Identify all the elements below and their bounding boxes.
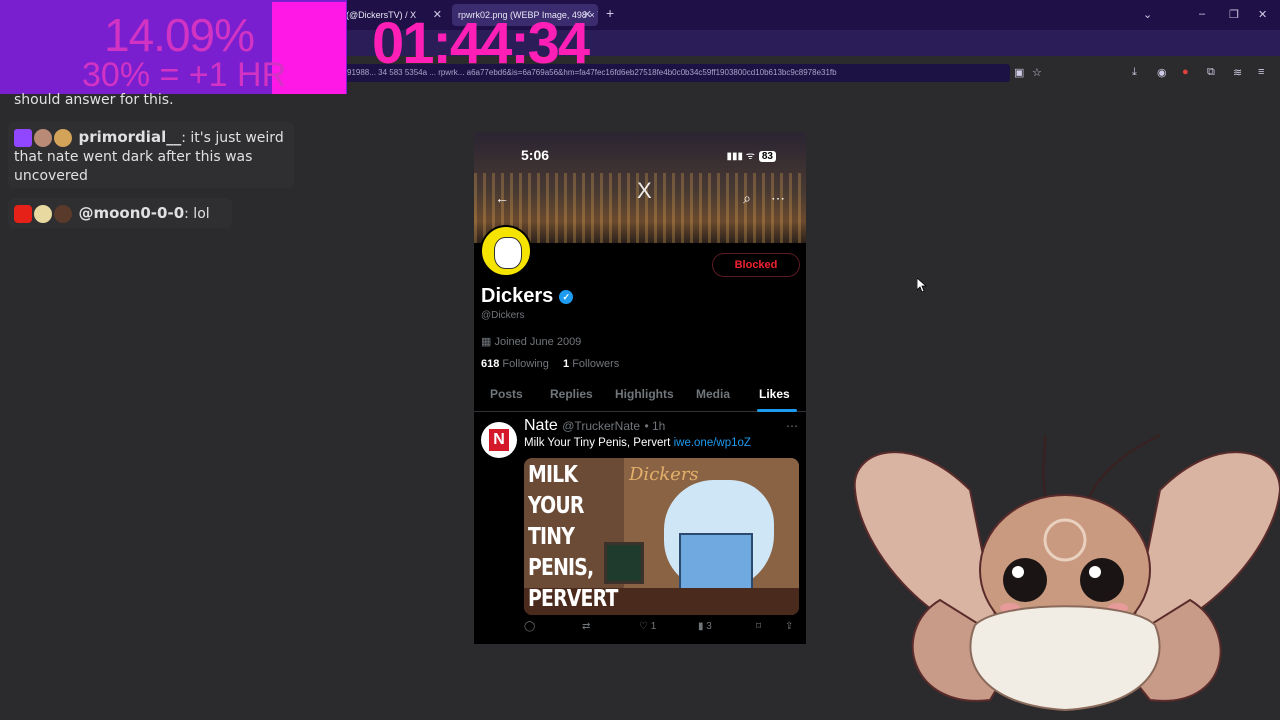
- phone-screenshot: X 5:06 ▮▮▮ ᯤ 83 ← ⌕ ⋯ Blocked Dickers ✓ @D…: [474, 133, 806, 644]
- vtuber-moth-avatar: [853, 434, 1280, 712]
- chat-message: primordial__: it's just weird that nate …: [14, 128, 289, 186]
- tab-highlights[interactable]: Highlights: [615, 387, 674, 401]
- followers-count: 1: [563, 358, 570, 370]
- view-count: 3: [706, 621, 712, 632]
- profile-handle: @Dickers: [481, 310, 525, 321]
- menu-icon[interactable]: ≡: [1258, 66, 1264, 78]
- heart-icon: ♡: [639, 621, 648, 632]
- media-line: PERVERT: [528, 586, 618, 612]
- avatar-badge-icon: [34, 129, 52, 147]
- active-tab-indicator: [757, 409, 797, 412]
- chat-username: primordial__: [78, 128, 182, 146]
- chat-message: @moon0-0-0: lol: [14, 204, 210, 223]
- chat-username: @moon0-0-0: [78, 204, 185, 222]
- moth-badge-icon: [54, 129, 72, 147]
- tweet-time: • 1h: [644, 419, 666, 433]
- tab-list-icon[interactable]: ⌄: [1143, 8, 1152, 21]
- following-label: Following: [502, 358, 549, 370]
- chat-text: : lol: [184, 206, 210, 222]
- like-button[interactable]: ♡ 1: [639, 621, 656, 632]
- sidebar-icon[interactable]: ≋: [1233, 66, 1242, 79]
- tweet-avatar-letter: N: [489, 429, 509, 451]
- views-button[interactable]: ▮ 3: [698, 621, 712, 632]
- followers-link[interactable]: 1 Followers: [563, 358, 619, 370]
- profile-avatar[interactable]: [480, 225, 532, 277]
- bookmark-star-icon[interactable]: ☆: [1032, 66, 1042, 79]
- profile-name: Dickers ✓: [481, 285, 574, 308]
- tweet-more-icon[interactable]: ⋯: [786, 419, 798, 433]
- tab-media[interactable]: Media: [696, 387, 730, 401]
- following-count: 618: [481, 358, 500, 370]
- reader-view-icon[interactable]: ▣: [1014, 66, 1024, 79]
- media-line: TINY: [528, 524, 575, 550]
- share-icon[interactable]: ⇪: [785, 621, 793, 632]
- more-icon[interactable]: ⋯: [768, 188, 788, 208]
- joined-date: ▦ Joined June 2009: [481, 335, 581, 348]
- battery-level: 83: [758, 151, 776, 162]
- avatar-face: [494, 237, 522, 269]
- tweet-link[interactable]: iwe.one/wp1oZ: [674, 437, 751, 449]
- stream-timer: 01:44:34: [372, 11, 590, 76]
- tweet-avatar[interactable]: N: [481, 422, 517, 458]
- joined-text: Joined June 2009: [494, 336, 582, 348]
- chat-text: should answer for this.: [14, 92, 174, 108]
- account-icon[interactable]: ◉: [1157, 66, 1167, 79]
- x-logo: X: [637, 178, 652, 203]
- mouse-cursor-icon: [917, 278, 927, 292]
- media-sign: Dickers: [629, 464, 699, 485]
- media-line: MILK: [528, 462, 578, 488]
- following-link[interactable]: 618 Following: [481, 358, 549, 370]
- tab-replies[interactable]: Replies: [550, 387, 593, 401]
- tweet-header: Nate @TruckerNate • 1h: [524, 417, 665, 435]
- verified-badge-icon: ✓: [559, 289, 574, 304]
- tweet-body: Milk Your Tiny Penis, Pervert: [524, 437, 671, 449]
- media-line: YOUR: [528, 493, 584, 519]
- reply-icon[interactable]: ◯: [524, 621, 535, 632]
- tweet-media[interactable]: Dickers MILK YOUR TINY PENIS, PERVERT: [524, 458, 799, 615]
- calendar-icon: ▦: [481, 336, 495, 348]
- like-count: 1: [650, 621, 657, 632]
- media-truck: [679, 533, 753, 592]
- retweet-icon[interactable]: ⇄: [582, 621, 590, 632]
- followers-label: Followers: [572, 358, 620, 370]
- status-icons: ▮▮▮ ᯤ 83: [726, 148, 776, 162]
- back-arrow-icon[interactable]: ←: [492, 188, 512, 208]
- goal-rule: 30% = +1 HR: [82, 56, 287, 94]
- tweet-text: Milk Your Tiny Penis, Pervert iwe.one/wp…: [524, 437, 751, 449]
- blocked-button[interactable]: Blocked: [712, 253, 800, 277]
- tab-likes[interactable]: Likes: [759, 387, 790, 401]
- goal-percent: 14.09%: [104, 9, 255, 61]
- moon-badge-icon: [34, 205, 52, 223]
- restore-button[interactable]: ❐: [1229, 8, 1239, 21]
- extensions-icon[interactable]: ⧉: [1207, 66, 1215, 79]
- search-icon[interactable]: ⌕: [737, 188, 757, 208]
- twitch-badge-icon: [14, 129, 32, 147]
- avatar-badge-icon: [54, 205, 72, 223]
- ublock-icon[interactable]: ●: [1182, 66, 1189, 78]
- new-tab-button[interactable]: +: [606, 5, 614, 21]
- chat-message: should answer for this.: [14, 92, 174, 108]
- profile-tabs: Posts Replies Highlights Media Likes: [474, 385, 806, 412]
- minimize-button[interactable]: –: [1199, 8, 1205, 20]
- status-time: 5:06: [521, 147, 550, 163]
- tweet-author[interactable]: Nate: [524, 417, 558, 434]
- media-line: PENIS,: [528, 555, 594, 581]
- profile-name-text: Dickers: [481, 285, 554, 307]
- media-caption: MILK YOUR TINY PENIS, PERVERT: [528, 460, 618, 615]
- tweet-handle[interactable]: @TruckerNate: [562, 419, 640, 433]
- bookmark-icon[interactable]: ⌑: [756, 621, 761, 632]
- downloads-icon[interactable]: ⤓: [1132, 66, 1137, 79]
- close-window-button[interactable]: ✕: [1258, 8, 1267, 21]
- tweet-actions: ◯ ⇄ ♡ 1 ▮ 3 ⌑ ⇪: [524, 621, 799, 637]
- youtube-badge-icon: [14, 205, 32, 223]
- tab-posts[interactable]: Posts: [490, 387, 523, 401]
- views-icon: ▮: [698, 621, 704, 632]
